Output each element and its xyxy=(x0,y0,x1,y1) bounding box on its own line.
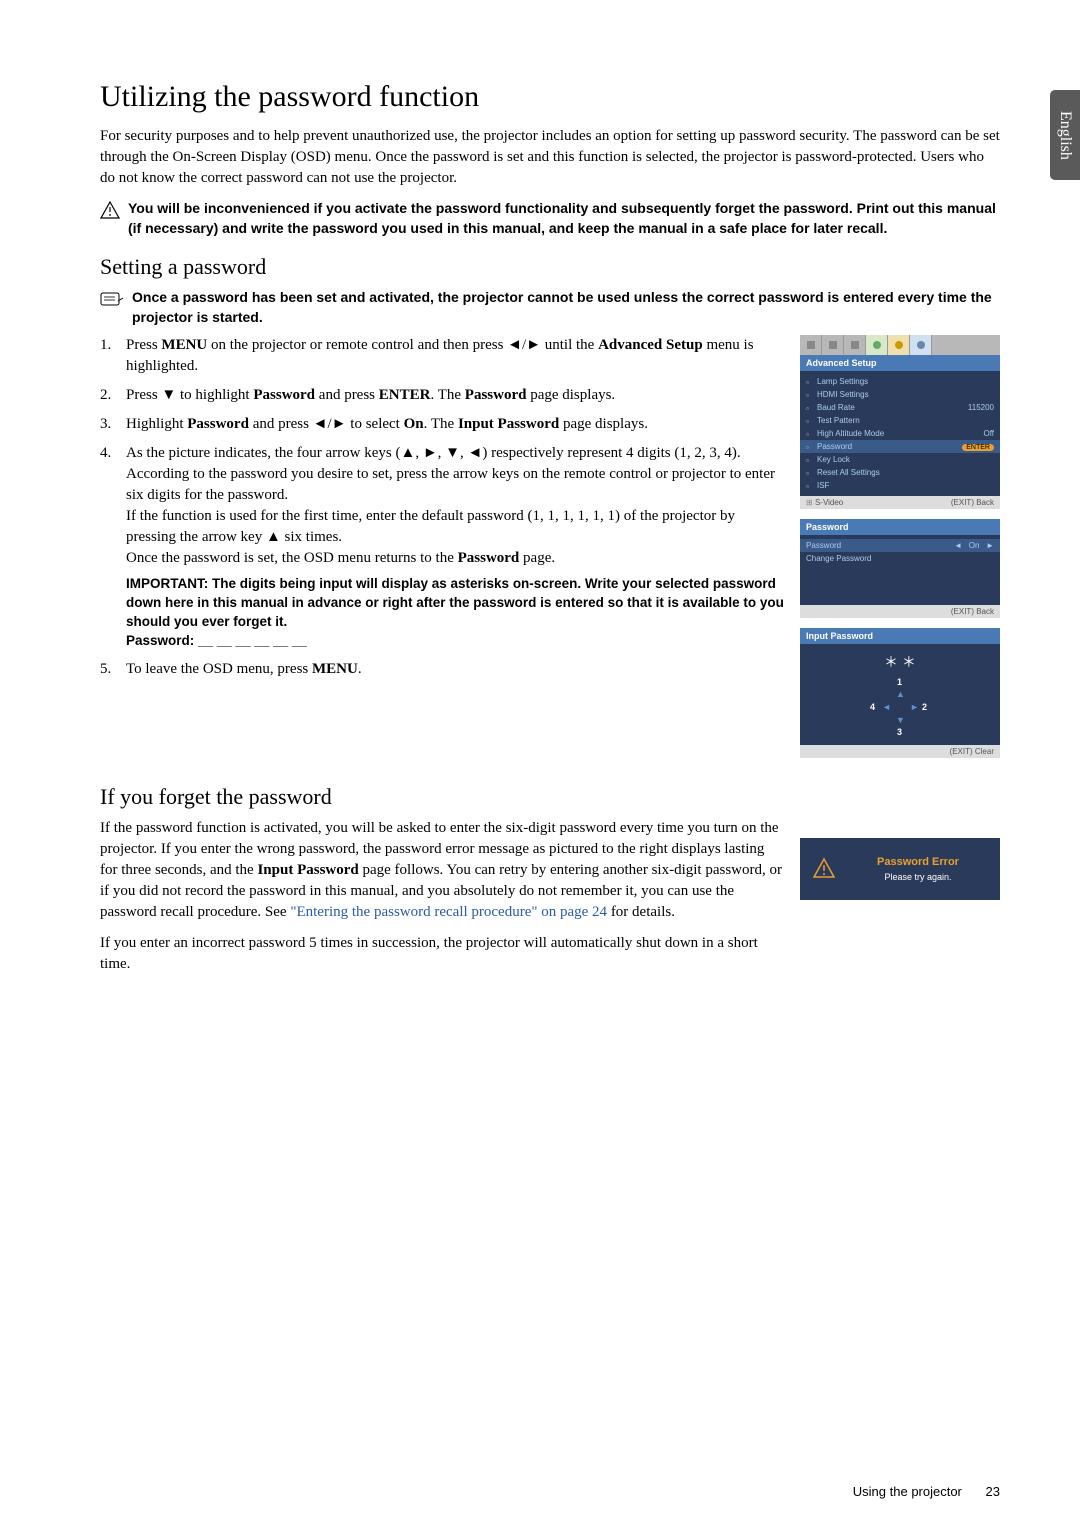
osd-menu-item: ▫Baud Rate115200 xyxy=(800,401,1000,414)
step-5: To leave the OSD menu, press MENU. xyxy=(100,659,785,680)
osd-menu-item: ▫Test Pattern xyxy=(800,414,1000,427)
error-title: Password Error xyxy=(848,856,988,868)
error-message: Please try again. xyxy=(848,872,988,882)
osd-menu-item: ▫Reset All Settings xyxy=(800,466,1000,479)
password-error-box: Password Error Please try again. xyxy=(800,838,1000,900)
warning-icon xyxy=(100,201,120,219)
note-icon xyxy=(100,290,124,306)
password-stars: ＊ ＊ xyxy=(808,652,992,672)
osd-header: Input Password xyxy=(800,628,1000,644)
osd-footer: (EXIT) Clear xyxy=(800,745,1000,758)
recall-link[interactable]: "Entering the password recall procedure"… xyxy=(290,904,607,920)
osd-tab-icon xyxy=(844,335,866,355)
osd-tabs xyxy=(800,335,1000,355)
osd-tab-icon xyxy=(888,335,910,355)
osd-menu-item: ▫Lamp Settings xyxy=(800,375,1000,388)
osd-footer: ⊞ S-Video (EXIT) Back xyxy=(800,496,1000,509)
osd-footer-right: (EXIT) Back xyxy=(951,498,994,507)
main-heading: Utilizing the password function xyxy=(100,80,1000,114)
osd-tab-icon xyxy=(800,335,822,355)
note-text: Once a password has been set and activat… xyxy=(132,288,1000,327)
osd-advanced-setup: Advanced Setup ▫Lamp Settings▫HDMI Setti… xyxy=(800,335,1000,509)
forget-password-heading: If you forget the password xyxy=(100,784,1000,810)
warning-callout: You will be inconvenienced if you activa… xyxy=(100,199,1000,238)
osd-input-password: Input Password ＊ ＊ 1 ▲ 4 ◄ ► 2 ▼ 3 (EXIT… xyxy=(800,628,1000,758)
step-1: Press MENU on the projector or remote co… xyxy=(100,335,785,377)
intro-paragraph: For security purposes and to help preven… xyxy=(100,126,1000,189)
forget-paragraph-1: If the password function is activated, y… xyxy=(100,818,785,923)
step-3: Highlight Password and press ◄/► to sele… xyxy=(100,414,785,435)
page-footer: Using the projector 23 xyxy=(853,1484,1000,1499)
step-2: Press ▼ to highlight Password and press … xyxy=(100,385,785,406)
osd-tab-icon xyxy=(910,335,932,355)
step-4: As the picture indicates, the four arrow… xyxy=(100,443,785,651)
osd-footer-left: ⊞ S-Video xyxy=(806,498,843,507)
osd-menu-item: Change Password xyxy=(800,552,1000,565)
osd-menu-item: ▫PasswordENTER xyxy=(800,440,1000,453)
osd-tab-icon xyxy=(866,335,888,355)
footer-text: Using the projector xyxy=(853,1484,962,1499)
osd-menu-item: ▫HDMI Settings xyxy=(800,388,1000,401)
forget-paragraph-2: If you enter an incorrect password 5 tim… xyxy=(100,933,785,975)
osd-header: Advanced Setup xyxy=(800,355,1000,371)
osd-footer-right: (EXIT) Clear xyxy=(950,747,994,756)
steps-list: Press MENU on the projector or remote co… xyxy=(100,335,785,680)
important-note: IMPORTANT: The digits being input will d… xyxy=(126,575,785,632)
osd-menu-item: Password◄ On ► xyxy=(800,539,1000,552)
osd-menu-item: ▫ISF xyxy=(800,479,1000,492)
osd-menu-item: ▫High Altitude ModeOff xyxy=(800,427,1000,440)
arrow-cross: 1 ▲ 4 ◄ ► 2 ▼ 3 xyxy=(870,677,930,737)
password-blank: Password: __ __ __ __ __ __ xyxy=(126,632,785,651)
page-number: 23 xyxy=(986,1484,1000,1499)
osd-password: Password Password◄ On ►Change Password (… xyxy=(800,519,1000,618)
warning-text: You will be inconvenienced if you activa… xyxy=(128,199,1000,238)
error-icon xyxy=(812,857,836,881)
osd-footer-right: (EXIT) Back xyxy=(951,607,994,616)
osd-footer: (EXIT) Back xyxy=(800,605,1000,618)
osd-menu-item: ▫Key Lock xyxy=(800,453,1000,466)
osd-tab-icon xyxy=(822,335,844,355)
osd-header: Password xyxy=(800,519,1000,535)
language-label: English xyxy=(1056,111,1074,160)
setting-password-heading: Setting a password xyxy=(100,254,1000,280)
note-callout: Once a password has been set and activat… xyxy=(100,288,1000,327)
language-tab: English xyxy=(1050,90,1080,180)
